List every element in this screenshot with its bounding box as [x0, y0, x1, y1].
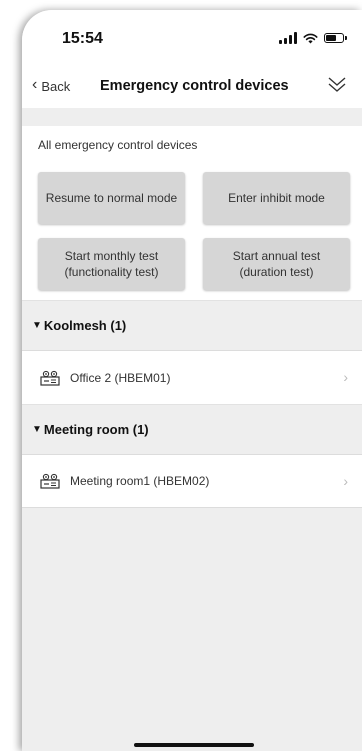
device-row-office-2[interactable]: Office 2 (HBEM01) ›	[22, 350, 362, 404]
status-time: 15:54	[62, 30, 103, 47]
double-chevron-down-icon[interactable]	[326, 74, 348, 96]
back-label: Back	[41, 78, 71, 94]
all-devices-panel: All emergency control devices Resume to …	[22, 126, 362, 300]
page-title: Emergency control devices	[100, 78, 289, 94]
group-title: Koolmesh (1)	[43, 318, 127, 333]
emergency-device-icon	[40, 473, 60, 489]
start-monthly-test-button[interactable]: Start monthly test (functionality test)	[38, 238, 185, 290]
device-row-meeting-room1[interactable]: Meeting room1 (HBEM02) ›	[22, 454, 362, 508]
panel-label: All emergency control devices	[38, 138, 198, 152]
group-header-meeting-room[interactable]: ▼ Meeting room (1)	[22, 404, 362, 454]
home-indicator[interactable]	[134, 743, 254, 747]
triangle-down-icon: ▼	[32, 424, 42, 435]
device-label: Office 2 (HBEM01)	[70, 370, 171, 385]
chevron-right-icon: ›	[343, 473, 348, 489]
app-screen: 15:54 ‹ Back Emergency control devices A…	[22, 10, 362, 751]
nav-bar: ‹ Back Emergency control devices	[22, 66, 362, 108]
group-title: Meeting room (1)	[43, 422, 149, 437]
phone-frame: 15:54 ‹ Back Emergency control devices A…	[0, 0, 362, 751]
emergency-device-icon	[40, 370, 60, 386]
group-header-koolmesh[interactable]: ▼ Koolmesh (1)	[22, 300, 362, 350]
start-annual-test-button[interactable]: Start annual test (duration test)	[203, 238, 350, 290]
triangle-down-icon: ▼	[32, 320, 42, 331]
chevron-left-icon: ‹	[32, 76, 38, 93]
status-icons	[279, 32, 347, 44]
resume-normal-mode-button[interactable]: Resume to normal mode	[38, 172, 185, 224]
wifi-icon	[303, 33, 318, 43]
enter-inhibit-mode-button[interactable]: Enter inhibit mode	[203, 172, 350, 224]
section-spacer	[22, 108, 362, 126]
battery-icon	[324, 33, 347, 43]
device-label: Meeting room1 (HBEM02)	[70, 474, 210, 488]
status-bar: 15:54	[22, 10, 362, 66]
signal-icon	[279, 32, 297, 44]
back-button[interactable]: ‹ Back	[32, 76, 71, 94]
chevron-right-icon: ›	[343, 369, 348, 385]
